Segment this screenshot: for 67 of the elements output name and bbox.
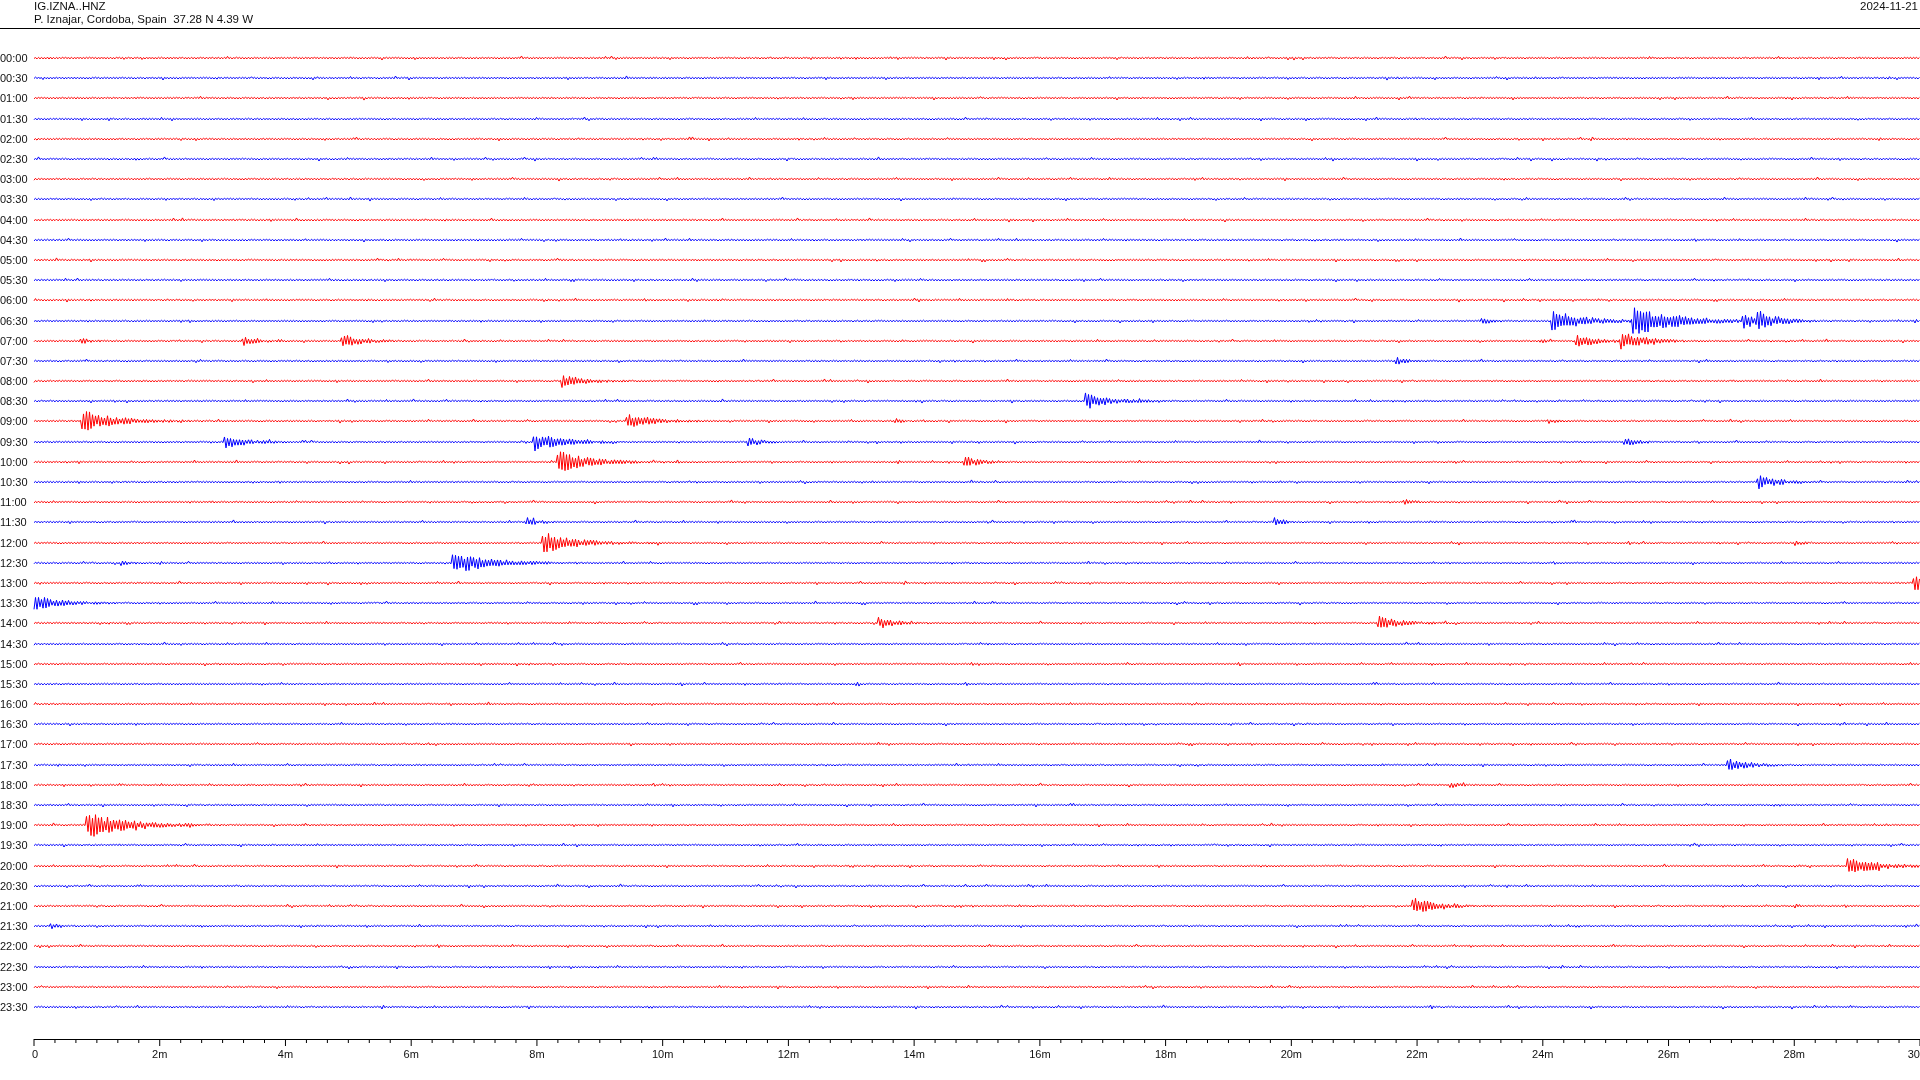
- time-label: 11:30: [0, 516, 28, 529]
- time-label: 20:00: [0, 859, 29, 872]
- time-label: 17:00: [0, 738, 29, 751]
- time-label: 07:30: [0, 354, 29, 367]
- time-label: 08:00: [0, 375, 29, 388]
- time-label: 00:30: [0, 72, 29, 85]
- time-label: 12:00: [0, 536, 29, 549]
- time-label: 22:00: [0, 940, 29, 953]
- time-label: 11:00: [0, 496, 28, 509]
- time-label: 17:30: [0, 758, 29, 771]
- time-label: 02:30: [0, 153, 29, 166]
- time-label: 19:00: [0, 819, 29, 832]
- axis-tick-label: 10m: [651, 1048, 674, 1060]
- time-label: 13:00: [0, 576, 29, 589]
- time-label: 15:30: [0, 677, 29, 690]
- time-label: 10:30: [0, 476, 29, 489]
- time-label: 04:00: [0, 213, 29, 226]
- station-location: P. Iznajar, Cordoba, Spain 37.28 N 4.39 W: [34, 13, 255, 26]
- axis-tick-label: 16m: [1029, 1048, 1051, 1060]
- time-label: 13:30: [0, 597, 29, 610]
- time-label: 15:00: [0, 657, 29, 670]
- axis-tick-label: 14m: [903, 1048, 925, 1060]
- station-code: IG.IZNA..HNZ: [34, 0, 107, 13]
- time-label: 19:30: [0, 839, 29, 852]
- time-label: 09:00: [0, 415, 29, 428]
- axis-tick-label: 0: [32, 1048, 39, 1060]
- axis-tick-label: 8m: [529, 1048, 545, 1060]
- axis-tick-label: 28m: [1783, 1048, 1805, 1060]
- time-label: 01:30: [0, 112, 29, 125]
- time-label: 21:00: [0, 899, 29, 912]
- axis-tick-label: 20m: [1280, 1048, 1303, 1060]
- time-label: 03:00: [0, 173, 29, 186]
- axis-tick-label: 6m: [403, 1048, 419, 1060]
- time-label: 22:30: [0, 960, 29, 973]
- time-label: 12:30: [0, 556, 29, 569]
- axis-tick-label: 24m: [1532, 1048, 1554, 1060]
- axis-tick-label: 2m: [152, 1048, 168, 1060]
- axis-tick-label: 4m: [277, 1048, 294, 1060]
- time-label: 16:00: [0, 698, 29, 711]
- time-label: 06:00: [0, 294, 29, 307]
- time-label: 05:00: [0, 253, 29, 266]
- time-label: 02:00: [0, 132, 29, 145]
- time-label: 08:30: [0, 395, 29, 408]
- time-label: 10:00: [0, 455, 29, 468]
- time-label: 09:30: [0, 435, 29, 448]
- time-label: 18:00: [0, 778, 29, 791]
- axis-tick-label: 18m: [1154, 1048, 1177, 1060]
- date-label: 2024-11-21: [1860, 0, 1918, 14]
- time-label: 04:30: [0, 233, 29, 246]
- time-label: 23:30: [0, 1000, 29, 1013]
- time-label: 14:00: [0, 617, 29, 630]
- time-label: 21:30: [0, 920, 29, 933]
- axis-tick-label: 26m: [1657, 1048, 1680, 1060]
- time-label: 05:30: [0, 274, 29, 287]
- time-label: 18:30: [0, 799, 29, 812]
- time-label: 00:00: [0, 52, 29, 65]
- time-label: 03:30: [0, 193, 29, 206]
- time-label: 01:00: [0, 92, 29, 105]
- axis-tick-label: 12m: [777, 1048, 800, 1060]
- axis-tick-label: 22m: [1406, 1048, 1428, 1060]
- time-label: 06:30: [0, 314, 29, 327]
- time-label: 23:00: [0, 980, 29, 993]
- time-label: 07:00: [0, 334, 29, 347]
- time-label: 16:30: [0, 718, 29, 731]
- time-label: 20:30: [0, 879, 29, 892]
- time-label: 14:30: [0, 637, 29, 650]
- axis-tick-label: 30: [1907, 1048, 1920, 1060]
